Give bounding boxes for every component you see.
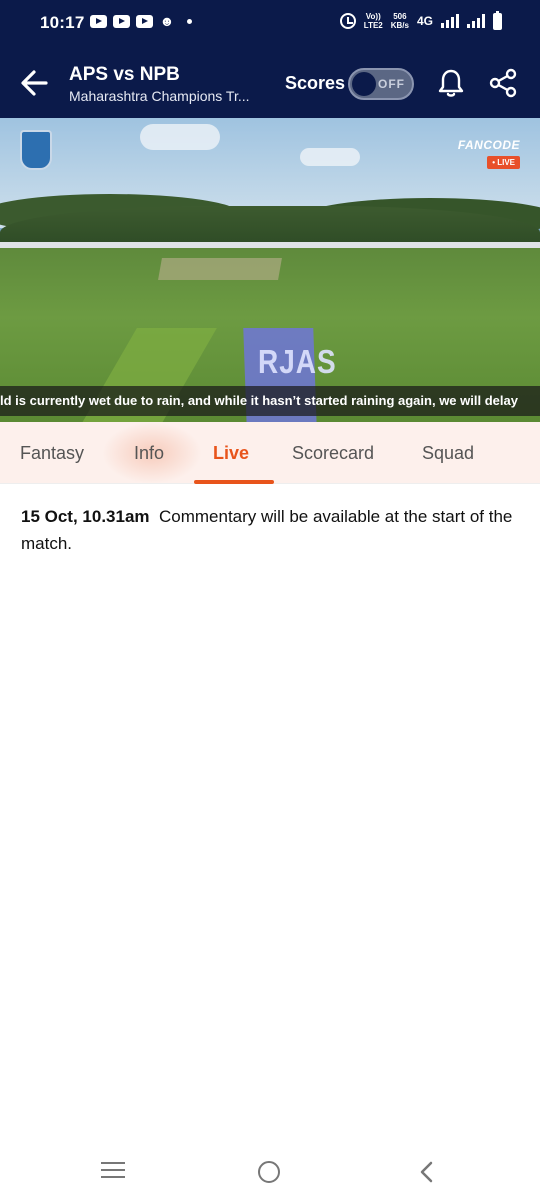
toggle-state: OFF <box>378 77 405 91</box>
scores-toggle[interactable]: OFF <box>348 68 414 100</box>
youtube-notification-icon <box>113 14 130 28</box>
status-bar: 10:17 ☻ Vo)) LTE2 506 KB/s 4G <box>0 0 540 48</box>
share-icon <box>489 68 517 98</box>
commentary-entry: 15 Oct, 10.31am Commentary will be avail… <box>21 503 521 557</box>
system-back-button[interactable] <box>418 1160 434 1184</box>
toggle-knob <box>352 72 376 96</box>
notification-icons: ☻ <box>90 13 192 29</box>
menu-line <box>101 1169 125 1171</box>
live-video-player[interactable]: RJAS FANCODE • LIVE ld is currently wet … <box>0 118 540 422</box>
live-badge: • LIVE <box>487 156 520 169</box>
app-header: APS vs NPB Maharashtra Champions Tr... S… <box>0 48 540 118</box>
recent-apps-button[interactable] <box>101 1162 125 1178</box>
cloud-shape <box>140 124 220 150</box>
tournament-name: Maharashtra Champions Tr... <box>69 88 250 104</box>
tab-squad[interactable]: Squad <box>422 443 474 464</box>
broadcaster-name: FANCODE <box>457 138 520 152</box>
youtube-notification-icon <box>136 14 153 28</box>
news-ticker: ld is currently wet due to rain, and whi… <box>0 386 540 416</box>
match-tabs: Fantasy Info Live Scorecard Squad <box>0 422 540 484</box>
status-time: 10:17 <box>40 13 85 32</box>
share-button[interactable] <box>488 68 518 98</box>
cricket-pitch <box>158 258 282 280</box>
signal-icon <box>467 14 485 28</box>
bell-icon <box>438 69 464 97</box>
network-speed: 506 KB/s <box>390 12 409 30</box>
system-navigation-bar <box>0 1140 540 1200</box>
active-tab-indicator <box>194 480 274 484</box>
home-button[interactable] <box>258 1161 280 1183</box>
tab-fantasy[interactable]: Fantasy <box>20 443 84 464</box>
battery-icon <box>493 10 502 30</box>
network-type: 4G <box>416 14 433 28</box>
menu-line <box>101 1176 125 1178</box>
alarm-icon <box>339 13 356 29</box>
scores-label: Scores <box>285 73 346 93</box>
match-title: APS vs NPB <box>69 64 180 85</box>
commentary-timestamp: 15 Oct, 10.31am <box>21 507 150 526</box>
mat-branding-text: RJAS <box>258 342 337 380</box>
youtube-notification-icon <box>90 14 107 28</box>
tab-live[interactable]: Live <box>213 443 249 464</box>
system-icons: Vo)) LTE2 506 KB/s 4G <box>339 10 502 30</box>
chevron-left-icon <box>420 1161 433 1183</box>
app-notification-icon: ☻ <box>159 13 175 29</box>
tab-scorecard[interactable]: Scorecard <box>292 443 374 464</box>
volte-indicator: Vo)) LTE2 <box>363 12 383 30</box>
back-arrow-icon <box>21 70 48 96</box>
back-button[interactable] <box>18 66 52 100</box>
notifications-button[interactable] <box>438 68 464 98</box>
menu-line <box>101 1162 125 1164</box>
cloud-shape <box>300 148 360 166</box>
tournament-logo-icon <box>20 130 52 170</box>
more-notifications-dot-icon <box>187 18 192 24</box>
signal-icon <box>441 14 459 28</box>
broadcaster-watermark: FANCODE • LIVE <box>458 138 520 170</box>
tab-info[interactable]: Info <box>134 443 164 464</box>
